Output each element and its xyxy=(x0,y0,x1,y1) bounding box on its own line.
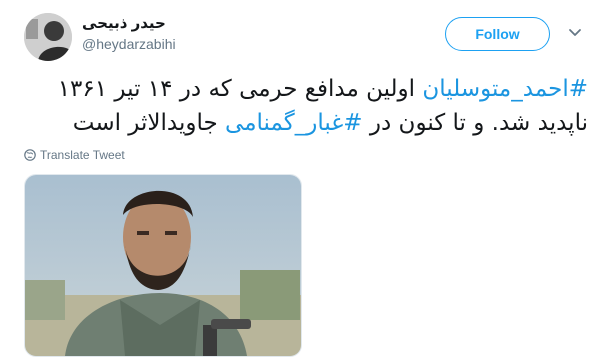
tweet-photo[interactable] xyxy=(24,174,302,357)
author-handle[interactable]: @heydarzabihi xyxy=(82,36,176,52)
tweet-line-1: #احمد_متوسلیان اولین مدافع حرمی که در ۱۴… xyxy=(23,72,588,106)
tweet-text: #احمد_متوسلیان اولین مدافع حرمی که در ۱۴… xyxy=(23,72,588,140)
portrait-photo xyxy=(25,175,301,356)
hashtag-link[interactable]: #غبار_گمنامی xyxy=(225,110,363,136)
translate-tweet-link[interactable]: Translate Tweet xyxy=(24,148,125,162)
tweet-line-2: ناپدید شد. و تا کنون در #غبار_گمنامی جاو… xyxy=(23,106,588,140)
follow-button[interactable]: Follow xyxy=(445,17,550,51)
tweet-text-segment: اولین مدافع حرمی که در ۱۴ تیر ۱۳۶۱ xyxy=(57,76,423,102)
author-display-name[interactable]: حیدر ذبیحی xyxy=(82,14,166,32)
translate-tweet-label: Translate Tweet xyxy=(40,148,125,162)
tweet-text-segment: جاویدالاثر است xyxy=(72,110,226,136)
hashtag-link[interactable]: #احمد_متوسلیان xyxy=(422,76,588,102)
globe-icon xyxy=(24,149,36,161)
tweet-text-segment: ناپدید شد. و تا کنون در xyxy=(362,110,588,136)
avatar[interactable] xyxy=(24,13,72,61)
chevron-down-icon[interactable] xyxy=(568,28,582,38)
avatar-photo xyxy=(24,13,72,61)
